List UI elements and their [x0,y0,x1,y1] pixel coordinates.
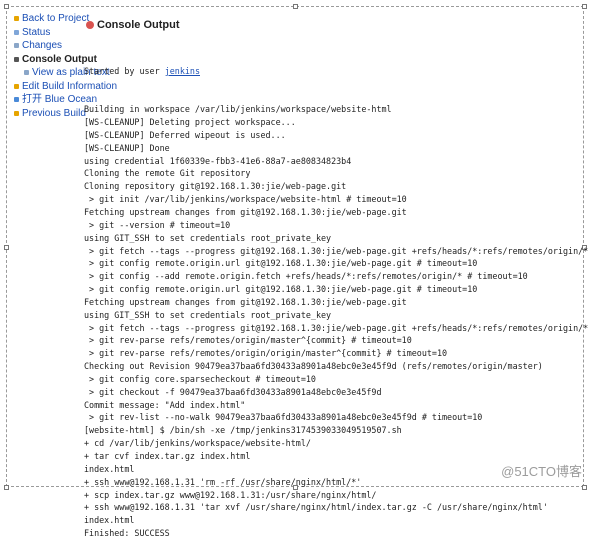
sidebar-item-icon [14,56,19,62]
console-line: [WS-CLEANUP] Done [84,142,170,153]
console-line: + scp index.tar.gz www@192.168.1.31:/usr… [84,489,377,500]
console-line: Commit message: "Add index.html" [84,399,246,410]
console-line: using credential 1f60339e-fbb3-41e6-88a7… [84,155,352,166]
console-line: Cloning repository git@192.168.1.30:jie/… [84,181,347,192]
console-line: Building in workspace /var/lib/jenkins/w… [84,104,392,115]
console-line: [WS-CLEANUP] Deleting project workspace.… [84,117,296,128]
console-line: + ssh www@192.168.1.31 'tar xvf /usr/sha… [84,502,548,513]
sidebar-item-icon [14,83,19,89]
status-red-ball-icon [86,21,94,29]
console-line: [website-html] $ /bin/sh -xe /tmp/jenkin… [84,425,402,436]
console-line: index.html [84,515,135,526]
console-line: Fetching upstream changes from git@192.1… [84,206,407,217]
console-line: > git --version # timeout=10 [84,219,231,230]
resize-handle-tl[interactable] [4,4,9,9]
resize-handle-ml[interactable] [4,245,9,250]
console-line: > git fetch --tags --progress git@192.16… [84,245,589,256]
console-line: Finished: SUCCESS [84,528,170,539]
resize-handle-tr[interactable] [582,4,587,9]
user-link-jenkins[interactable]: jenkins [165,66,200,76]
console-line: > git config --add remote.origin.fetch +… [84,271,528,282]
sidebar-item-icon [14,16,19,21]
console-line: > git rev-list --no-walk 90479ea37baa6fd… [84,412,483,423]
console-line: Fetching upstream changes from git@192.1… [84,296,407,307]
console-line: Checking out Revision 90479ea37baa6fd304… [84,361,543,372]
console-line: using GIT_SSH to set credentials root_pr… [84,309,332,320]
started-by-text: Started by user [84,65,165,76]
sidebar-item-label: Back to Project [22,13,90,24]
resize-handle-bl[interactable] [4,485,9,490]
sidebar-item-icon [14,97,19,102]
console-line: > git config remote.origin.url git@192.1… [84,284,478,295]
console-line: [WS-CLEANUP] Deferred wipeout is used... [84,129,286,140]
console-line: > git rev-parse refs/remotes/origin/mast… [84,335,412,346]
console-line: Cloning the remote Git repository [84,168,251,179]
console-line: > git config remote.origin.url git@192.1… [84,258,478,269]
console-line: > git checkout -f 90479ea37baa6fd30433a8… [84,386,382,397]
sidebar-item-icon [14,110,19,116]
page-title-text: Console Output [97,19,180,31]
console-line: > git config core.sparsecheckout # timeo… [84,373,316,384]
console-line-started: Started by user jenkins [84,65,584,78]
sidebar-item-label: Previous Build [22,107,86,119]
resize-handle-tm[interactable] [293,4,298,9]
sidebar-item-icon [14,43,19,48]
console-line: > git rev-parse refs/remotes/origin/orig… [84,348,448,359]
watermark: @51CTO博客 [501,464,582,479]
console-line: + cd /var/lib/jenkins/workspace/website-… [84,438,311,449]
sidebar-item-icon [14,29,19,35]
sidebar-item-label: Changes [22,40,63,51]
console-line: > git fetch --tags --progress git@192.16… [84,322,589,333]
sidebar-item-icon [24,70,29,75]
page-title: Console Output [84,17,584,33]
sidebar-item-label: Status [22,26,51,38]
console-line: using GIT_SSH to set credentials root_pr… [84,232,332,243]
console-line: > git init /var/lib/jenkins/workspace/we… [84,194,407,205]
